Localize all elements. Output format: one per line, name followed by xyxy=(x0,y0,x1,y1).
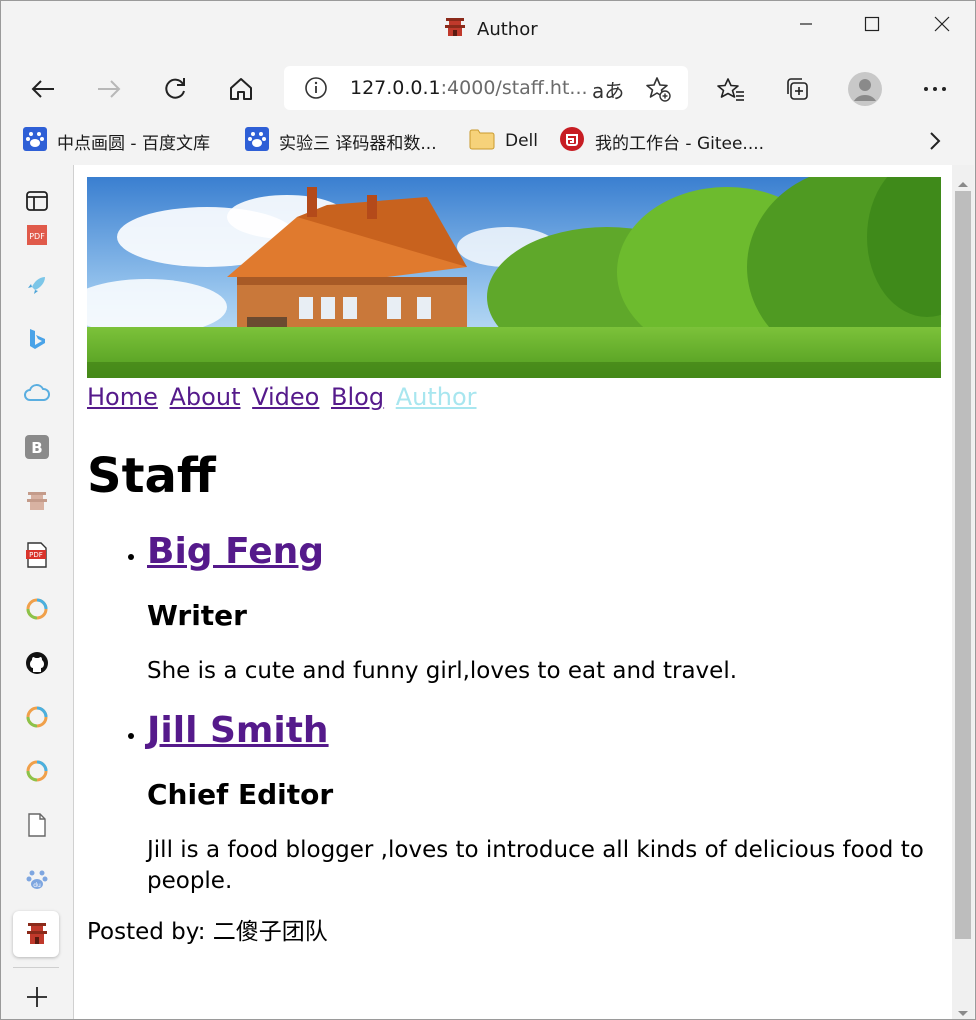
nav-link-author[interactable]: Author xyxy=(396,383,477,411)
maximize-button[interactable] xyxy=(849,11,895,37)
more-options-icon[interactable] xyxy=(915,69,955,109)
url-text[interactable]: 127.0.0.1:4000/staff.ht... xyxy=(350,77,588,99)
cloud-icon[interactable] xyxy=(23,379,51,407)
page-body: Home About Video Blog Author Staff Big F… xyxy=(87,177,941,947)
read-aloud-icon[interactable]: aあ xyxy=(592,75,624,104)
tab-actions-icon[interactable] xyxy=(23,187,51,215)
posted-by-footer: Posted by: 二傻子团队 xyxy=(87,919,328,945)
baidu-paw-icon xyxy=(245,127,269,155)
profile-avatar-icon[interactable] xyxy=(845,69,885,109)
close-button[interactable] xyxy=(919,11,965,37)
circle-app-icon[interactable] xyxy=(23,757,51,785)
staff-list: Big Feng Writer She is a cute and funny … xyxy=(87,528,941,897)
nav-link-about[interactable]: About xyxy=(170,383,241,411)
favorite-item[interactable]: 我的工作台 - Gitee.... xyxy=(559,126,764,156)
page-title: Staff xyxy=(87,448,216,504)
back-icon[interactable] xyxy=(23,69,63,109)
bing-icon[interactable] xyxy=(23,325,51,353)
scrollbar-thumb[interactable] xyxy=(955,191,971,939)
title-bar: Author xyxy=(1,1,975,57)
plus-icon[interactable] xyxy=(23,983,51,1011)
window-title: Author xyxy=(477,18,538,40)
banner-house-landscape-image xyxy=(87,177,941,378)
browser-toolbar: 127.0.0.1:4000/staff.ht... aあ xyxy=(1,57,975,119)
staff-name-heading: Big Feng xyxy=(147,528,941,576)
pdf-icon[interactable]: PDF xyxy=(23,225,51,245)
nav-link-home[interactable]: Home xyxy=(87,383,158,411)
staff-role: Writer xyxy=(147,599,247,632)
pagoda-icon[interactable] xyxy=(23,920,51,948)
staff-role: Chief Editor xyxy=(147,778,334,811)
staff-name-link[interactable]: Jill Smith xyxy=(147,710,329,751)
add-favorite-icon[interactable] xyxy=(644,75,672,107)
circle-app-icon[interactable] xyxy=(23,703,51,731)
gitee-icon xyxy=(559,126,585,156)
pagoda-favicon-icon xyxy=(443,15,467,43)
scroll-up-arrow-icon[interactable] xyxy=(957,173,969,192)
nav-link-video[interactable]: Video xyxy=(252,383,319,411)
site-nav: Home About Video Blog Author xyxy=(87,382,941,412)
scroll-down-arrow-icon[interactable] xyxy=(957,1003,969,1019)
browser-window: Author 127.0.0.1:4000/staff.ht... aあ 中点画… xyxy=(0,0,976,1020)
pdf-icon[interactable]: PDF xyxy=(23,541,51,569)
list-item: Jill Smith Chief Editor Jill is a food b… xyxy=(147,707,941,897)
collections-icon[interactable] xyxy=(777,69,817,109)
svg-text:PDF: PDF xyxy=(29,232,45,241)
vertical-scrollbar[interactable] xyxy=(952,165,974,1019)
sidebar-divider xyxy=(13,967,59,968)
svg-text:B: B xyxy=(31,439,42,457)
favorites-icon[interactable] xyxy=(711,69,751,109)
page-viewport: Home About Video Blog Author Staff Big F… xyxy=(73,165,952,1019)
refresh-icon[interactable] xyxy=(155,69,195,109)
baidu-du-icon[interactable]: du xyxy=(23,865,51,893)
list-item: Big Feng Writer She is a cute and funny … xyxy=(147,528,941,687)
circle-app-icon[interactable] xyxy=(23,595,51,623)
github-icon[interactable] xyxy=(23,649,51,677)
staff-bio: She is a cute and funny girl,loves to ea… xyxy=(147,658,738,684)
svg-text:du: du xyxy=(33,882,41,889)
forward-icon[interactable] xyxy=(89,69,129,109)
site-info-icon[interactable] xyxy=(304,76,328,104)
favorite-folder[interactable]: Dell xyxy=(469,126,538,156)
favorite-item[interactable]: 实验三 译码器和数... xyxy=(245,126,437,156)
staff-name-link[interactable]: Big Feng xyxy=(147,531,324,572)
baidu-paw-icon xyxy=(23,127,47,155)
file-icon[interactable] xyxy=(23,811,51,839)
address-bar[interactable]: 127.0.0.1:4000/staff.ht... aあ xyxy=(284,66,688,110)
favorites-bar: 中点画圆 - 百度文库 实验三 译码器和数... Dell 我的工作台 - Gi… xyxy=(1,119,975,163)
nav-link-blog[interactable]: Blog xyxy=(331,383,384,411)
folder-icon xyxy=(469,128,495,154)
vertical-tabs-sidebar: PDF B PDF du xyxy=(1,163,73,1019)
home-icon[interactable] xyxy=(221,69,261,109)
staff-bio: Jill is a food blogger ,loves to introdu… xyxy=(147,837,924,894)
rocket-icon[interactable] xyxy=(23,271,51,299)
favorites-overflow-chevron-icon[interactable] xyxy=(929,131,941,155)
svg-text:PDF: PDF xyxy=(29,551,43,559)
minimize-button[interactable] xyxy=(783,11,829,37)
pagoda-icon[interactable] xyxy=(23,487,51,515)
b-icon[interactable]: B xyxy=(23,433,51,461)
favorite-item[interactable]: 中点画圆 - 百度文库 xyxy=(23,126,210,156)
staff-name-heading: Jill Smith xyxy=(147,707,941,755)
window-title-group: Author xyxy=(443,15,538,43)
